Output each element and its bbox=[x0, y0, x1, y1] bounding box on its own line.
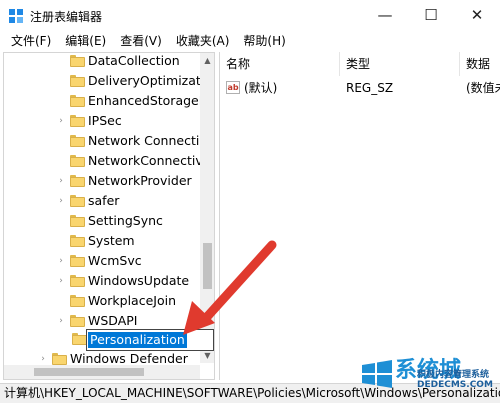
tree-item-label: SettingSync bbox=[88, 213, 163, 228]
tree-item[interactable]: WorkplaceJoin bbox=[4, 291, 204, 311]
tree-item[interactable]: › WSDAPI bbox=[4, 311, 204, 331]
folder-icon bbox=[70, 135, 85, 147]
title-bar: 注册表编辑器 — ☐ ✕ bbox=[0, 0, 500, 30]
tree-horizontal-scrollbar[interactable] bbox=[4, 365, 200, 379]
folder-icon bbox=[70, 295, 85, 307]
menu-bar: 文件(F) 编辑(E) 查看(V) 收藏夹(A) 帮助(H) bbox=[0, 30, 500, 52]
folder-icon bbox=[70, 75, 85, 87]
string-value-icon: ab bbox=[226, 81, 240, 94]
folder-icon bbox=[70, 95, 85, 107]
tree-item-label: IPSec bbox=[88, 113, 122, 128]
folder-icon bbox=[70, 315, 85, 327]
tree-item[interactable]: DataCollection bbox=[4, 53, 204, 71]
folder-icon bbox=[70, 255, 85, 267]
close-icon: ✕ bbox=[470, 6, 484, 24]
menu-file[interactable]: 文件(F) bbox=[4, 30, 58, 52]
tree-item[interactable]: › WcmSvc bbox=[4, 251, 204, 271]
window-title: 注册表编辑器 bbox=[30, 10, 103, 24]
folder-icon bbox=[72, 333, 87, 345]
folder-icon bbox=[70, 195, 85, 207]
tree-item[interactable]: Network Connectio bbox=[4, 131, 207, 151]
tree-item[interactable]: NetworkConnectivi bbox=[4, 151, 207, 171]
tree-item-label: Network Connectio bbox=[88, 133, 207, 148]
watermark-tagline: 积极内容管理系统 bbox=[417, 370, 490, 380]
folder-icon bbox=[70, 215, 85, 227]
tree-item[interactable]: › WindowsUpdate bbox=[4, 271, 204, 291]
expand-arrow-icon[interactable]: › bbox=[56, 171, 66, 191]
close-button[interactable]: ✕ bbox=[454, 0, 500, 30]
tree-item[interactable]: › safer bbox=[4, 191, 204, 211]
menu-edit[interactable]: 编辑(E) bbox=[58, 30, 113, 52]
minimize-icon: — bbox=[377, 6, 393, 24]
maximize-icon: ☐ bbox=[424, 6, 438, 24]
folder-icon bbox=[52, 353, 67, 365]
folder-icon bbox=[70, 115, 85, 127]
tree-item-label: safer bbox=[88, 193, 120, 208]
value-type: REG_SZ bbox=[346, 81, 394, 95]
expand-arrow-icon[interactable]: › bbox=[56, 251, 66, 271]
tree-item[interactable]: DeliveryOptimizatio bbox=[4, 71, 212, 91]
folder-icon bbox=[70, 55, 85, 67]
menu-help[interactable]: 帮助(H) bbox=[236, 30, 292, 52]
tree-item-label: NetworkConnectivi bbox=[88, 153, 207, 168]
scroll-thumb[interactable] bbox=[34, 368, 144, 376]
scroll-up-icon[interactable]: ▲ bbox=[200, 53, 214, 68]
column-header-type[interactable]: 类型 bbox=[340, 52, 460, 76]
rename-key-input[interactable]: Personalization bbox=[86, 329, 214, 351]
folder-icon bbox=[70, 235, 85, 247]
tree-item[interactable]: › NetworkProvider bbox=[4, 171, 204, 191]
value-name: (默认) bbox=[244, 81, 278, 95]
menu-view[interactable]: 查看(V) bbox=[113, 30, 169, 52]
column-header-name[interactable]: 名称 bbox=[220, 52, 340, 76]
tree-item-label: System bbox=[88, 233, 135, 248]
expand-arrow-icon[interactable]: › bbox=[56, 111, 66, 131]
value-row[interactable]: ab (默认) REG_SZ (数值未 bbox=[220, 78, 500, 98]
maximize-button[interactable]: ☐ bbox=[408, 0, 454, 30]
tree-item-label: WorkplaceJoin bbox=[88, 293, 177, 308]
watermark-domain: DEDECMS.COM bbox=[417, 380, 493, 390]
tree-vertical-scrollbar[interactable]: ▲ ▼ bbox=[200, 53, 214, 363]
tree-item-label: Windows Defender bbox=[70, 351, 188, 366]
folder-icon bbox=[70, 175, 85, 187]
expand-arrow-icon[interactable]: › bbox=[56, 311, 66, 331]
tree-item-label: DeliveryOptimizatio bbox=[88, 73, 212, 88]
value-data: (数值未 bbox=[466, 81, 500, 95]
tree-item-label: WSDAPI bbox=[88, 313, 138, 328]
tree-item[interactable]: › IPSec bbox=[4, 111, 204, 131]
minimize-button[interactable]: — bbox=[362, 0, 408, 30]
tree-item-label: DataCollection bbox=[88, 53, 180, 68]
tree-item-label: WindowsUpdate bbox=[88, 273, 190, 288]
scroll-thumb[interactable] bbox=[203, 243, 212, 289]
folder-icon bbox=[70, 275, 85, 287]
values-pane[interactable]: 名称 类型 数据 ab (默认) REG_SZ (数值未 bbox=[219, 52, 500, 380]
menu-favorites[interactable]: 收藏夹(A) bbox=[169, 30, 237, 52]
regedit-app-icon bbox=[9, 9, 23, 23]
tree-item-label: EnhancedStorageD bbox=[88, 93, 209, 108]
folder-icon bbox=[70, 155, 85, 167]
expand-arrow-icon[interactable]: › bbox=[56, 191, 66, 211]
selected-key-name[interactable]: Personalization bbox=[88, 332, 187, 348]
tree-item-label: WcmSvc bbox=[88, 253, 142, 268]
tree-item-label: NetworkProvider bbox=[88, 173, 192, 188]
tree-item[interactable]: EnhancedStorageD bbox=[4, 91, 208, 111]
tree-item[interactable]: System bbox=[4, 231, 204, 251]
expand-arrow-icon[interactable]: › bbox=[56, 271, 66, 291]
column-header-data[interactable]: 数据 bbox=[460, 52, 500, 76]
site-watermark: 系统城 积极内容管理系统 DEDECMS.COM bbox=[355, 350, 500, 400]
windows-logo-icon bbox=[362, 360, 392, 388]
tree-item[interactable]: SettingSync bbox=[4, 211, 204, 231]
